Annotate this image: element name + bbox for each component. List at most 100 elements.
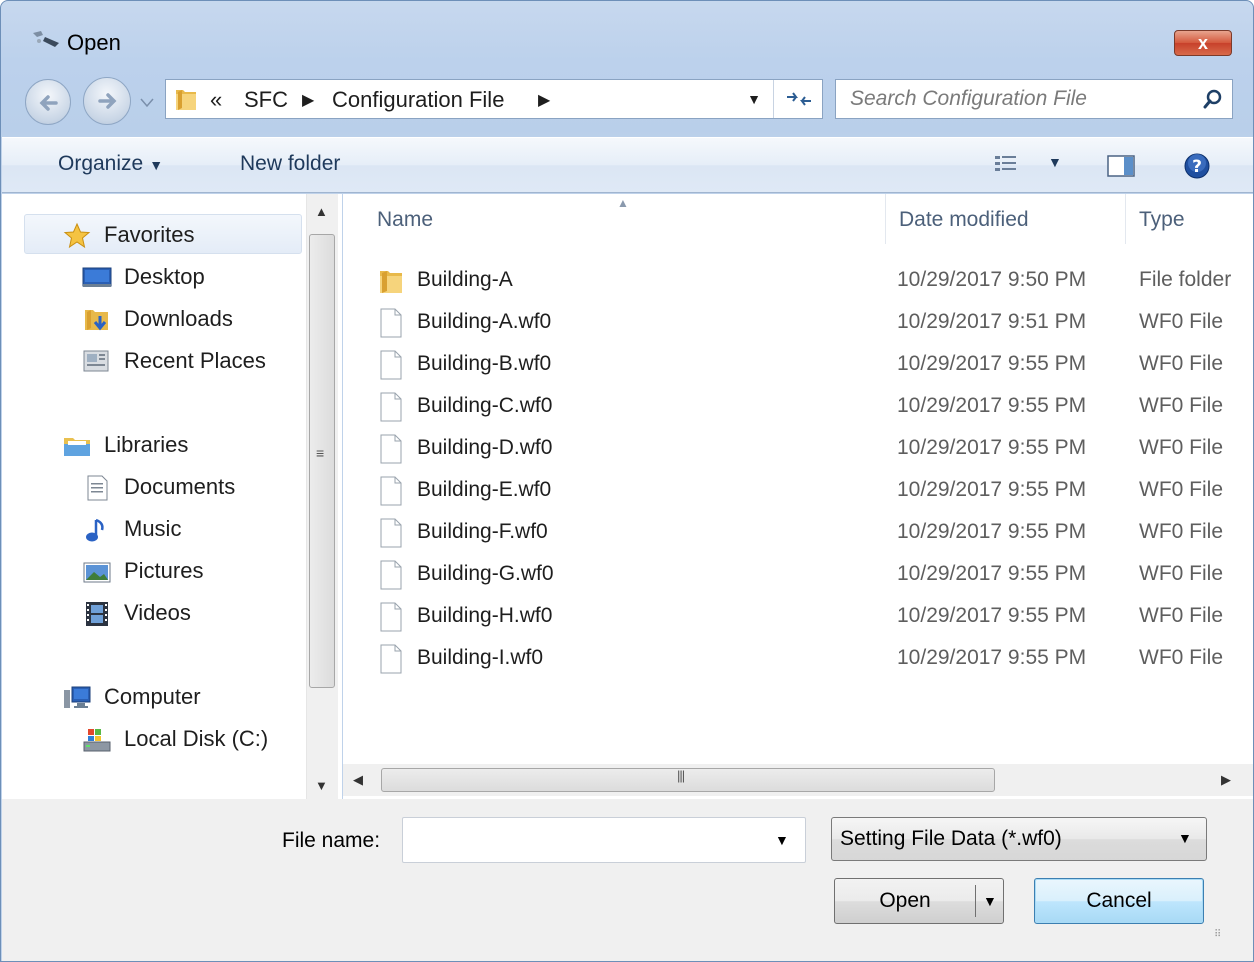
search-icon[interactable] xyxy=(1202,88,1224,110)
view-options-icon[interactable] xyxy=(994,154,1018,176)
file-row[interactable]: Building-D.wf0 10/29/2017 9:55 PM WF0 Fi… xyxy=(343,428,1253,470)
file-type: WF0 File xyxy=(1139,394,1223,417)
folder-icon xyxy=(380,271,402,293)
back-arrow-icon xyxy=(39,95,58,111)
address-dropdown-icon[interactable]: ▼ xyxy=(736,80,772,118)
file-row[interactable]: Building-I.wf0 10/29/2017 9:55 PM WF0 Fi… xyxy=(343,638,1253,680)
address-bar[interactable]: « SFC ▶ Configuration File ▶ ▼ xyxy=(165,79,823,119)
downloads-icon xyxy=(85,310,108,331)
scroll-right-icon[interactable]: ▶ xyxy=(1221,772,1231,788)
file-row[interactable]: Building-C.wf0 10/29/2017 9:55 PM WF0 Fi… xyxy=(343,386,1253,428)
file-name-combobox[interactable]: ▼ xyxy=(402,817,806,863)
breadcrumb-chevron-icon[interactable]: ▶ xyxy=(538,90,550,110)
column-header-name[interactable]: Name xyxy=(377,208,433,232)
file-row[interactable]: Building-E.wf0 10/29/2017 9:55 PM WF0 Fi… xyxy=(343,470,1253,512)
file-icon xyxy=(380,350,402,380)
breadcrumb-sfc[interactable]: SFC xyxy=(244,87,288,113)
recent-locations-dropdown-icon[interactable] xyxy=(139,95,155,109)
close-button[interactable]: x xyxy=(1174,30,1232,56)
desktop-icon xyxy=(82,267,112,287)
cancel-button[interactable]: Cancel xyxy=(1034,878,1204,924)
sidebar-item-label: Videos xyxy=(124,600,191,625)
toolbar: Organize ▼ New folder ▼ ? xyxy=(2,137,1253,193)
file-name-input[interactable] xyxy=(411,828,761,852)
open-button-label: Open xyxy=(879,889,931,912)
svg-text:?: ? xyxy=(1192,157,1202,177)
title-bar[interactable]: Open x xyxy=(1,1,1253,67)
scroll-up-icon[interactable]: ▲ xyxy=(315,204,328,219)
navigation-pane: Favorites Desktop Downloads Recent Place… xyxy=(2,194,342,799)
refresh-button[interactable] xyxy=(773,80,823,118)
file-row[interactable]: Building-A.wf0 10/29/2017 9:51 PM WF0 Fi… xyxy=(343,302,1253,344)
file-list-horizontal-scrollbar[interactable]: ◀ ||| ▶ xyxy=(343,764,1253,796)
file-row[interactable]: Building-G.wf0 10/29/2017 9:55 PM WF0 Fi… xyxy=(343,554,1253,596)
forward-button[interactable] xyxy=(83,77,131,125)
column-header-date-modified[interactable]: Date modified xyxy=(899,208,1029,232)
file-type-value: Setting File Data (*.wf0) xyxy=(840,827,1062,850)
help-icon[interactable]: ? xyxy=(1183,152,1211,180)
computer-icon xyxy=(64,686,91,708)
view-dropdown-icon[interactable]: ▼ xyxy=(1048,154,1062,170)
open-button[interactable]: Open ▼ xyxy=(834,878,1004,924)
file-row[interactable]: Building-H.wf0 10/29/2017 9:55 PM WF0 Fi… xyxy=(343,596,1253,638)
scrollbar-thumb[interactable] xyxy=(381,768,995,792)
local-disk-icon xyxy=(83,729,111,752)
file-name: Building-H.wf0 xyxy=(417,604,553,627)
dialog-footer: File name: ▼ Setting File Data (*.wf0) ▼… xyxy=(2,799,1253,961)
new-folder-button[interactable]: New folder xyxy=(240,152,340,176)
file-date: 10/29/2017 9:55 PM xyxy=(897,646,1087,669)
breadcrumb-chevron-icon[interactable]: ▶ xyxy=(302,90,314,110)
search-input[interactable] xyxy=(850,86,1190,112)
sidebar-item-label: Libraries xyxy=(104,432,189,457)
file-date: 10/29/2017 9:55 PM xyxy=(897,562,1087,585)
scroll-down-icon[interactable]: ▼ xyxy=(315,778,328,793)
file-name: Building-F.wf0 xyxy=(417,520,548,543)
music-icon xyxy=(86,518,104,542)
breadcrumb-configuration-file[interactable]: Configuration File xyxy=(332,87,504,113)
resize-grip-icon[interactable]: ⠿ xyxy=(1214,929,1221,940)
column-separator[interactable] xyxy=(1125,194,1126,244)
documents-icon xyxy=(87,475,108,501)
sidebar-item-label: Computer xyxy=(104,684,201,709)
open-dialog: Open x « SFC ▶ Configuration File ▶ ▼ Se… xyxy=(0,0,1254,962)
file-type: WF0 File xyxy=(1139,520,1223,543)
preview-pane-icon[interactable] xyxy=(1106,154,1136,178)
file-type: WF0 File xyxy=(1139,352,1223,375)
sidebar-item-label: Music xyxy=(124,516,182,541)
file-type: WF0 File xyxy=(1139,310,1223,333)
file-type: WF0 File xyxy=(1139,562,1223,585)
app-icon xyxy=(33,31,59,47)
file-date: 10/29/2017 9:50 PM xyxy=(897,268,1087,291)
search-box[interactable] xyxy=(835,79,1233,119)
file-type: File folder xyxy=(1139,268,1232,291)
star-icon xyxy=(63,222,91,249)
column-separator[interactable] xyxy=(885,194,886,244)
column-header-type[interactable]: Type xyxy=(1139,208,1185,232)
recent-places-icon xyxy=(83,350,109,372)
file-name-label: File name: xyxy=(282,829,381,852)
file-type-select[interactable]: Setting File Data (*.wf0) ▼ xyxy=(831,817,1207,861)
file-list: ▲ Name Date modified Type Building-A 10/… xyxy=(343,194,1253,799)
file-date: 10/29/2017 9:55 PM xyxy=(897,394,1087,417)
sidebar-item-label: Pictures xyxy=(124,558,204,583)
file-date: 10/29/2017 9:55 PM xyxy=(897,604,1087,627)
file-row[interactable]: Building-B.wf0 10/29/2017 9:55 PM WF0 Fi… xyxy=(343,344,1253,386)
videos-icon xyxy=(86,602,108,626)
file-type: WF0 File xyxy=(1139,604,1223,627)
scroll-left-icon[interactable]: ◀ xyxy=(353,772,363,788)
file-name: Building-A xyxy=(417,268,513,291)
file-date: 10/29/2017 9:55 PM xyxy=(897,478,1087,501)
back-button[interactable] xyxy=(25,79,71,125)
scrollbar-thumb[interactable] xyxy=(309,234,335,688)
nav-pane-scrollbar[interactable]: ▲ ≡ ▼ xyxy=(306,194,338,799)
pictures-icon xyxy=(83,562,111,583)
file-name-dropdown-icon[interactable]: ▼ xyxy=(775,832,789,848)
organize-button[interactable]: Organize ▼ xyxy=(58,152,163,176)
breadcrumb-overflow[interactable]: « xyxy=(210,87,222,113)
file-name: Building-E.wf0 xyxy=(417,478,552,501)
sidebar-item-label: Documents xyxy=(124,474,236,499)
file-row[interactable]: Building-A 10/29/2017 9:50 PM File folde… xyxy=(343,260,1253,302)
file-type: WF0 File xyxy=(1139,646,1223,669)
file-row[interactable]: Building-F.wf0 10/29/2017 9:55 PM WF0 Fi… xyxy=(343,512,1253,554)
open-options-dropdown-icon[interactable]: ▼ xyxy=(983,879,997,923)
